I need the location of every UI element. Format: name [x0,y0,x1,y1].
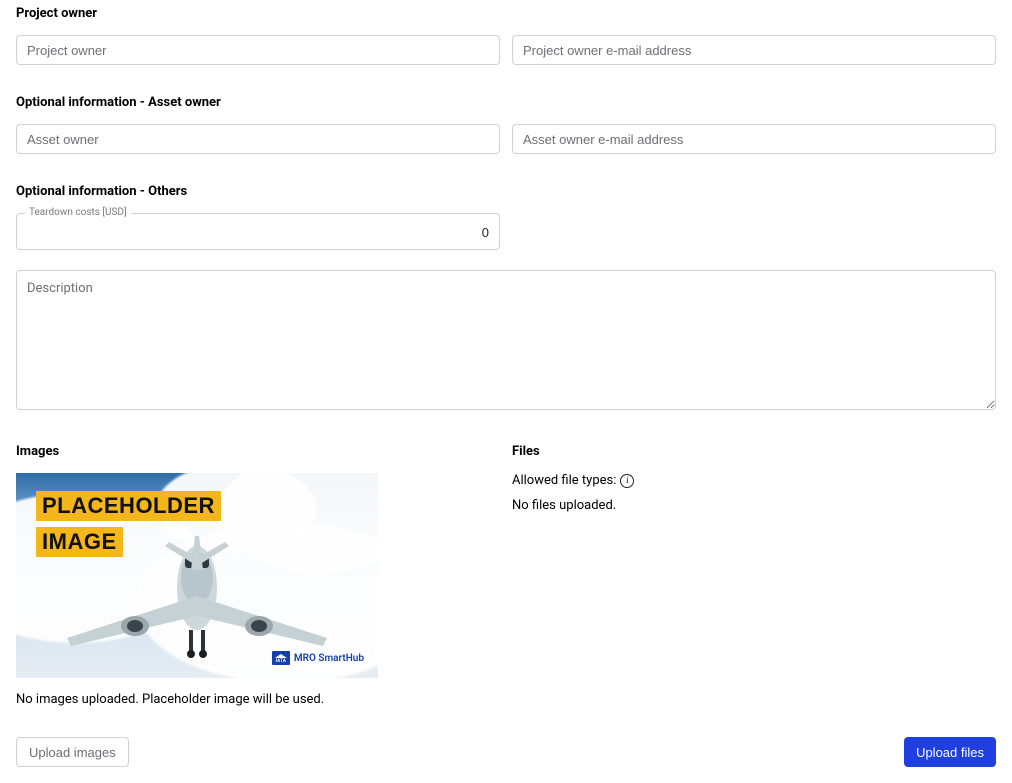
project-owner-email-input[interactable] [512,35,996,65]
files-column: Files Allowed file types: i No files upl… [512,444,996,707]
brand-badge: MRO SmartHub [268,648,370,668]
placeholder-label-1: PLACEHOLDER [36,491,221,521]
project-owner-row [16,35,996,65]
upload-files-button[interactable]: Upload files [904,737,996,767]
brand-text: MRO SmartHub [294,653,364,664]
asset-owner-row [16,124,996,154]
info-icon[interactable]: i [620,474,634,488]
project-owner-input[interactable] [16,35,500,65]
files-heading: Files [512,444,996,459]
asset-owner-email-input[interactable] [512,124,996,154]
button-row: Upload images Upload files [16,737,996,767]
asset-owner-input[interactable] [16,124,500,154]
iata-logo-icon [272,651,290,665]
placeholder-label-2: IMAGE [36,527,123,557]
allowed-file-types-label: Allowed file types: [512,473,616,488]
teardown-input[interactable] [27,225,489,240]
placeholder-labels: PLACEHOLDER IMAGE [36,491,221,563]
images-heading: Images [16,444,500,459]
upload-images-button[interactable]: Upload images [16,737,129,767]
allowed-file-types-line: Allowed file types: i [512,473,996,488]
images-caption: No images uploaded. Placeholder image wi… [16,692,500,707]
teardown-field[interactable]: Teardown costs [USD] [16,213,500,250]
section-heading-asset-owner: Optional information - Asset owner [16,95,996,110]
placeholder-image: PLACEHOLDER IMAGE MRO SmartHub [16,473,378,678]
images-files-row: Images [16,444,996,707]
section-heading-project-owner: Project owner [16,6,996,21]
teardown-label: Teardown costs [USD] [25,207,131,218]
no-files-text: No files uploaded. [512,498,996,513]
description-textarea[interactable] [16,270,996,410]
images-column: Images [16,444,500,707]
section-heading-others: Optional information - Others [16,184,996,199]
